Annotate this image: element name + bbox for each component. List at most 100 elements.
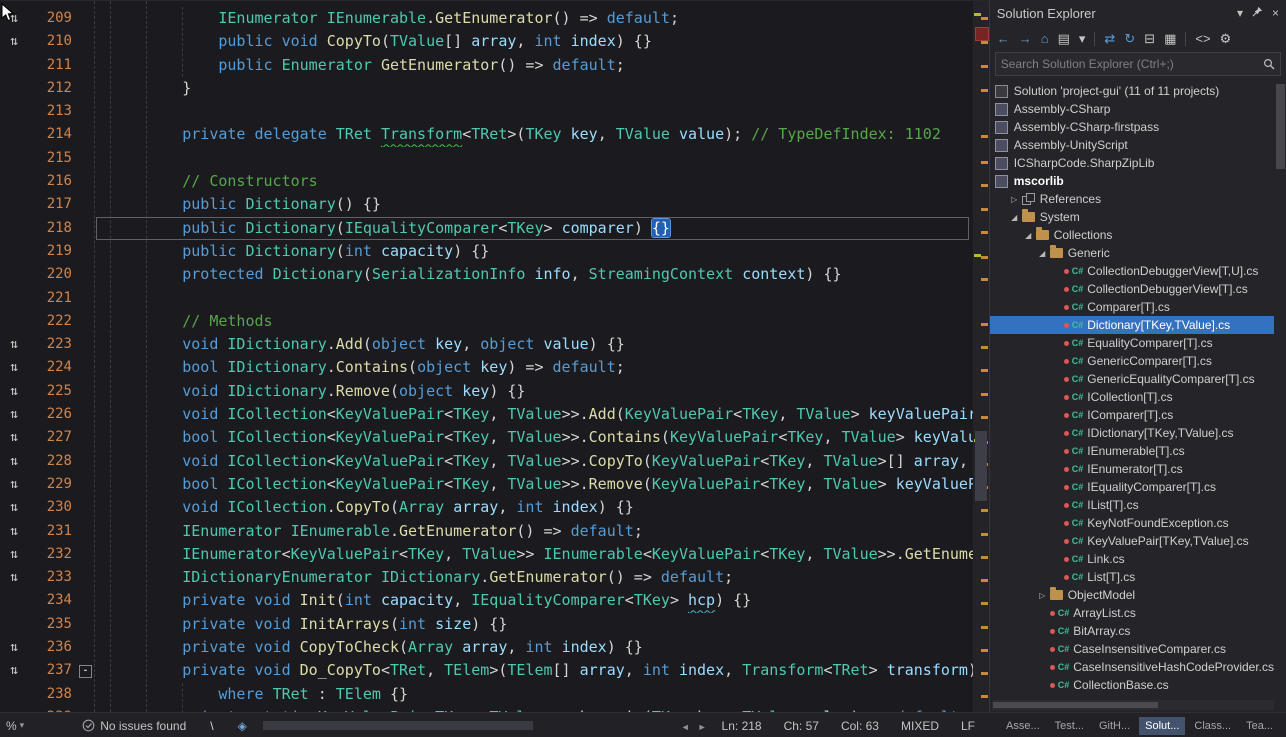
line-ending-indicator[interactable]: LF bbox=[961, 719, 975, 733]
solution-explorer-horizontal-scrollbar[interactable] bbox=[992, 700, 1274, 710]
scroll-left-icon[interactable]: ◄ bbox=[681, 722, 690, 732]
code-line[interactable]: ⇅225 void IDictionary.Remove(object key)… bbox=[0, 380, 973, 403]
editor-vertical-scrollbar[interactable] bbox=[973, 1, 989, 712]
diamond-icon[interactable]: ◈ bbox=[238, 719, 247, 733]
code-line[interactable]: ⇅223 void IDictionary.Add(object key, ob… bbox=[0, 333, 973, 356]
view-code-icon[interactable]: <> bbox=[1195, 31, 1210, 46]
home-icon[interactable]: ⌂ bbox=[1041, 31, 1049, 46]
collapse-all-icon[interactable]: ⊟ bbox=[1144, 31, 1155, 47]
tree-item[interactable]: ICSharpCode.SharpZipLib bbox=[990, 154, 1274, 172]
tree-item[interactable]: C#CollectionDebuggerView[T].cs bbox=[990, 280, 1274, 298]
tree-item[interactable]: C#CaseInsensitiveComparer.cs bbox=[990, 640, 1274, 658]
code-line[interactable]: 221 bbox=[0, 287, 973, 310]
collapse-icon[interactable]: ◢ bbox=[1036, 249, 1049, 258]
code-line[interactable]: 215 bbox=[0, 147, 973, 170]
column-indicator[interactable]: Col: 63 bbox=[841, 719, 879, 733]
tree-item[interactable]: C#Link.cs bbox=[990, 550, 1274, 568]
tree-item[interactable]: C#IEnumerator[T].cs bbox=[990, 460, 1274, 478]
tree-item[interactable]: ◢Generic bbox=[990, 244, 1274, 262]
code-line[interactable]: ⇅228 void ICollection<KeyValuePair<TKey,… bbox=[0, 450, 973, 473]
search-input[interactable] bbox=[996, 57, 1258, 71]
code-line[interactable]: ⇅230 void ICollection.CopyTo(Array array… bbox=[0, 496, 973, 519]
tree-item[interactable]: C#IEqualityComparer[T].cs bbox=[990, 478, 1274, 496]
char-indicator[interactable]: Ch: 57 bbox=[784, 719, 819, 733]
tool-window-tab[interactable]: Solut... bbox=[1139, 717, 1185, 735]
code-line[interactable]: 216 // Constructors bbox=[0, 170, 973, 193]
code-line[interactable]: 238 where TRet : TElem {} bbox=[0, 683, 973, 706]
tree-item[interactable]: C#Dictionary[TKey,TValue].cs bbox=[990, 316, 1274, 334]
fold-collapse-box[interactable]: - bbox=[79, 665, 92, 678]
search-box[interactable] bbox=[995, 52, 1281, 76]
tree-item[interactable]: ◢Collections bbox=[990, 226, 1274, 244]
tree-item[interactable]: ▷References bbox=[990, 190, 1274, 208]
indentation-indicator[interactable]: MIXED bbox=[901, 719, 939, 733]
tool-window-tab[interactable]: Test... bbox=[1049, 717, 1090, 735]
collapse-icon[interactable]: ◢ bbox=[1022, 231, 1035, 240]
code-line[interactable]: ⇅229 bool ICollection<KeyValuePair<TKey,… bbox=[0, 473, 973, 496]
expand-icon[interactable]: ▷ bbox=[1008, 195, 1021, 204]
zoom-control[interactable]: % ▾ bbox=[0, 719, 30, 733]
code-line[interactable]: 211 public Enumerator GetEnumerator() =>… bbox=[0, 54, 973, 77]
tree-item[interactable]: C#IEnumerable[T].cs bbox=[990, 442, 1274, 460]
tree-item[interactable]: Assembly-CSharp-firstpass bbox=[990, 118, 1274, 136]
panel-title-bar[interactable]: Solution Explorer ▾× bbox=[990, 0, 1286, 26]
scrollbar-thumb[interactable] bbox=[1276, 84, 1285, 169]
code-line[interactable]: ⇅210 public void CopyTo(TValue[] array, … bbox=[0, 30, 973, 53]
code-line[interactable]: ⇅232 IEnumerator<KeyValuePair<TKey, TVal… bbox=[0, 543, 973, 566]
chevron-down-icon[interactable]: ▾ bbox=[1079, 31, 1086, 47]
solution-explorer-vertical-scrollbar[interactable] bbox=[1276, 80, 1285, 670]
code-line[interactable]: 218 public Dictionary(IEqualityComparer<… bbox=[0, 217, 973, 240]
tree-item[interactable]: C#IComparer[T].cs bbox=[990, 406, 1274, 424]
code-line[interactable]: 239 private static KeyValuePair<TKey, TV… bbox=[0, 706, 973, 712]
tool-window-tab[interactable]: Asse... bbox=[1000, 717, 1046, 735]
code-line[interactable]: 219 public Dictionary(int capacity) {} bbox=[0, 240, 973, 263]
code-line[interactable]: 235 private void InitArrays(int size) {} bbox=[0, 613, 973, 636]
refresh-icon[interactable]: ↻ bbox=[1124, 31, 1135, 47]
tree-item[interactable]: C#CaseInsensitiveHashCodeProvider.cs bbox=[990, 658, 1274, 676]
tree-item[interactable]: C#KeyValuePair[TKey,TValue].cs bbox=[990, 532, 1274, 550]
code-line[interactable]: 213 bbox=[0, 100, 973, 123]
forward-icon[interactable]: → bbox=[1019, 31, 1032, 46]
scrollbar-thumb[interactable] bbox=[975, 431, 987, 501]
tree-item[interactable]: ◢System bbox=[990, 208, 1274, 226]
line-indicator[interactable]: Ln: 218 bbox=[722, 719, 762, 733]
tree-item[interactable]: C#IList[T].cs bbox=[990, 496, 1274, 514]
tree-item[interactable]: Solution 'project-gui' (11 of 11 project… bbox=[990, 82, 1274, 100]
code-line[interactable]: ⇅224 bool IDictionary.Contains(object ke… bbox=[0, 356, 973, 379]
tree-item[interactable]: C#Comparer[T].cs bbox=[990, 298, 1274, 316]
tree-item[interactable]: C#ArrayList.cs bbox=[990, 604, 1274, 622]
collapse-icon[interactable]: ◢ bbox=[1008, 213, 1021, 222]
expand-icon[interactable]: ▷ bbox=[1036, 591, 1049, 600]
code-line[interactable]: 222 // Methods bbox=[0, 310, 973, 333]
code-line[interactable]: ⇅209 IEnumerator IEnumerable.GetEnumerat… bbox=[0, 7, 973, 30]
sync-with-active-document-icon[interactable]: ⇄ bbox=[1104, 31, 1115, 47]
back-icon[interactable]: ← bbox=[997, 31, 1010, 46]
pin-icon[interactable] bbox=[1252, 6, 1263, 20]
close-icon[interactable]: × bbox=[1272, 6, 1279, 20]
code-line[interactable]: ⇅236 private void CopyToCheck(Array arra… bbox=[0, 636, 973, 659]
tree-item[interactable]: C#KeyNotFoundException.cs bbox=[990, 514, 1274, 532]
tree-item[interactable]: mscorlib bbox=[990, 172, 1274, 190]
tree-item[interactable]: Assembly-UnityScript bbox=[990, 136, 1274, 154]
code-line[interactable]: 214 private delegate TRet Transform<TRet… bbox=[0, 123, 973, 146]
code-line[interactable]: 217 public Dictionary() {} bbox=[0, 193, 973, 216]
tool-window-tab[interactable]: Class... bbox=[1188, 717, 1237, 735]
tree-item[interactable]: Assembly-CSharp bbox=[990, 100, 1274, 118]
backslash-icon[interactable]: \ bbox=[210, 719, 213, 733]
tree-item[interactable]: C#ICollection[T].cs bbox=[990, 388, 1274, 406]
tool-window-tab[interactable]: GitH... bbox=[1093, 717, 1136, 735]
scroll-right-icon[interactable]: ► bbox=[698, 722, 707, 732]
tool-window-tab[interactable]: Tea... bbox=[1240, 717, 1279, 735]
scrollbar-thumb[interactable] bbox=[993, 702, 1158, 708]
editor-horizontal-scrollbar[interactable] bbox=[253, 713, 671, 737]
tree-item[interactable]: C#BitArray.cs bbox=[990, 622, 1274, 640]
code-line[interactable]: ⇅227 bool ICollection<KeyValuePair<TKey,… bbox=[0, 426, 973, 449]
code-line[interactable]: ⇅231 IEnumerator IEnumerable.GetEnumerat… bbox=[0, 520, 973, 543]
code-line[interactable]: ⇅237- private void Do_CopyTo<TRet, TElem… bbox=[0, 659, 973, 682]
scrollbar-thumb[interactable] bbox=[263, 721, 533, 730]
code-editor[interactable]: ⇅209 IEnumerator IEnumerable.GetEnumerat… bbox=[0, 0, 989, 712]
tree-item[interactable]: C#List[T].cs bbox=[990, 568, 1274, 586]
code-line[interactable]: 234 private void Init(int capacity, IEqu… bbox=[0, 589, 973, 612]
show-all-files-icon[interactable]: ▦ bbox=[1164, 31, 1176, 47]
tree-item[interactable]: C#CollectionDebuggerView[T,U].cs bbox=[990, 262, 1274, 280]
